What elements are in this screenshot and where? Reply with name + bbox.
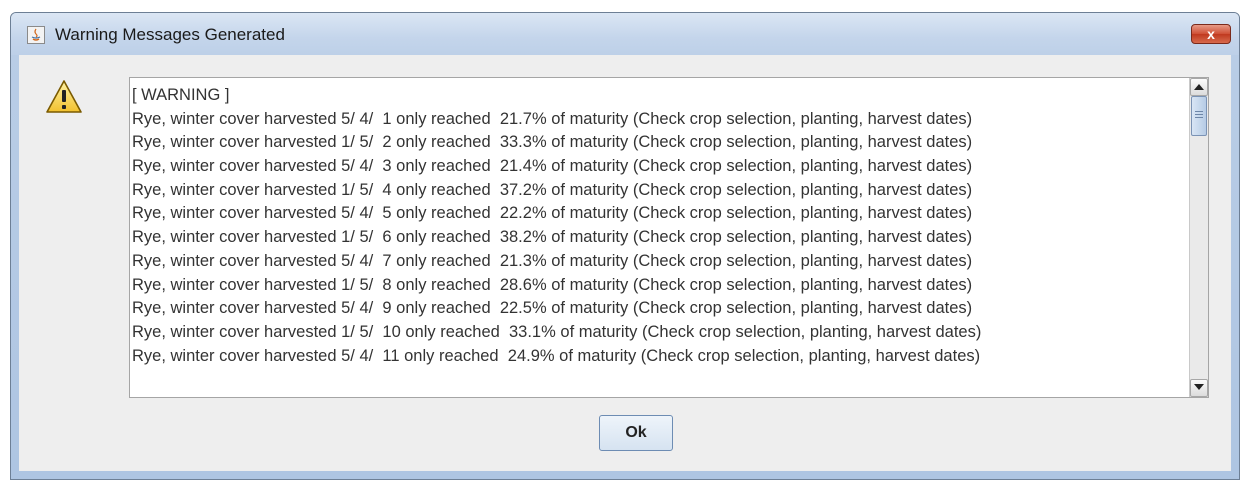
message-suffix: of maturity (Check crop selection, plant… [551,275,973,294]
message-crop: Rye, winter cover harvested [132,228,337,247]
message-percent: 24.9% [507,346,555,365]
warning-icon [45,79,83,115]
message-reached: only reached [396,204,491,223]
message-crop: Rye, winter cover harvested [132,204,337,223]
close-icon: x [1207,26,1215,42]
message-index: 6 [382,228,392,247]
vertical-scrollbar[interactable] [1189,78,1208,397]
message-crop: Rye, winter cover harvested [132,251,337,270]
message-suffix: of maturity (Check crop selection, plant… [551,251,973,270]
message-index: 2 [382,133,392,152]
message-index: 8 [382,275,392,294]
chevron-down-icon [1194,384,1204,390]
message-percent: 28.6% [499,275,547,294]
message-suffix: of maturity (Check crop selection, plant… [551,109,973,128]
message-line: Rye, winter cover harvested 1/ 5/ 2 only… [132,131,1192,155]
scroll-thumb[interactable] [1191,96,1207,136]
message-index: 4 [382,180,392,199]
message-reached: only reached [396,228,491,247]
message-line: Rye, winter cover harvested 5/ 4/ 1 only… [132,108,1192,132]
message-date: 5/ 4/ [341,251,374,270]
message-suffix: of maturity (Check crop selection, plant… [559,346,981,365]
java-icon [27,26,45,44]
message-percent: 22.5% [499,299,547,318]
message-lines: [ WARNING ] Rye, winter cover harvested … [132,84,1192,368]
message-line: Rye, winter cover harvested 1/ 5/ 4 only… [132,179,1192,203]
message-reached: only reached [396,251,491,270]
message-crop: Rye, winter cover harvested [132,346,337,365]
message-index: 9 [382,299,392,318]
ok-button[interactable]: Ok [599,415,673,451]
message-date: 1/ 5/ [341,133,374,152]
message-reached: only reached [405,322,500,341]
message-date: 5/ 4/ [341,157,374,176]
message-index: 5 [382,204,392,223]
warning-header: [ WARNING ] [132,86,230,104]
message-percent: 37.2% [499,180,547,199]
message-reached: only reached [396,275,491,294]
message-index: 7 [382,251,392,270]
message-line: Rye, winter cover harvested 1/ 5/ 6 only… [132,226,1192,250]
message-line: Rye, winter cover harvested 5/ 4/ 11 onl… [132,345,1192,369]
message-date: 5/ 4/ [341,109,374,128]
message-crop: Rye, winter cover harvested [132,133,337,152]
message-suffix: of maturity (Check crop selection, plant… [551,180,973,199]
message-suffix: of maturity (Check crop selection, plant… [560,322,982,341]
window-title: Warning Messages Generated [55,25,285,44]
message-reached: only reached [396,180,491,199]
message-line: Rye, winter cover harvested 5/ 4/ 7 only… [132,250,1192,274]
message-crop: Rye, winter cover harvested [132,299,337,318]
message-percent: 33.3% [499,133,547,152]
title-bar[interactable]: Warning Messages Generated x [11,13,1239,55]
scroll-up-button[interactable] [1190,78,1208,96]
message-line: Rye, winter cover harvested 1/ 5/ 10 onl… [132,321,1192,345]
message-date: 1/ 5/ [341,228,374,247]
message-percent: 21.7% [499,109,547,128]
message-suffix: of maturity (Check crop selection, plant… [551,299,973,318]
message-percent: 33.1% [509,322,556,341]
message-crop: Rye, winter cover harvested [132,275,337,294]
message-percent: 21.4% [499,157,547,176]
message-line: Rye, winter cover harvested 5/ 4/ 5 only… [132,202,1192,226]
message-line: Rye, winter cover harvested 5/ 4/ 3 only… [132,155,1192,179]
message-reached: only reached [396,133,491,152]
message-date: 1/ 5/ [341,322,374,341]
message-date: 5/ 4/ [341,299,374,318]
message-crop: Rye, winter cover harvested [132,109,337,128]
message-line: Rye, winter cover harvested 5/ 4/ 9 only… [132,297,1192,321]
message-index: 1 [382,109,392,128]
message-reached: only reached [404,346,499,365]
message-percent: 21.3% [499,251,547,270]
message-suffix: of maturity (Check crop selection, plant… [551,204,973,223]
message-crop: Rye, winter cover harvested [132,180,337,199]
message-date: 1/ 5/ [341,180,374,199]
message-percent: 22.2% [499,204,547,223]
message-reached: only reached [396,109,491,128]
message-reached: only reached [396,157,491,176]
message-text-area[interactable]: [ WARNING ] Rye, winter cover harvested … [129,77,1209,398]
message-line: Rye, winter cover harvested 1/ 5/ 8 only… [132,274,1192,298]
message-date: 5/ 4/ [341,204,374,223]
chevron-up-icon [1194,84,1204,90]
close-button[interactable]: x [1191,24,1231,44]
message-date: 5/ 4/ [341,346,374,365]
message-percent: 38.2% [499,228,547,247]
dialog-content: [ WARNING ] Rye, winter cover harvested … [19,55,1231,471]
message-index: 3 [382,157,392,176]
message-suffix: of maturity (Check crop selection, plant… [551,133,973,152]
message-reached: only reached [396,299,491,318]
dialog-window: Warning Messages Generated x [ WARNING]… [10,12,1240,480]
scroll-down-button[interactable] [1190,379,1208,397]
message-index: 11 [382,346,400,365]
message-crop: Rye, winter cover harvested [132,322,337,341]
message-suffix: of maturity (Check crop selection, plant… [551,157,973,176]
message-index: 10 [382,322,401,341]
message-crop: Rye, winter cover harvested [132,157,337,176]
message-suffix: of maturity (Check crop selection, plant… [551,228,973,247]
message-date: 1/ 5/ [341,275,374,294]
